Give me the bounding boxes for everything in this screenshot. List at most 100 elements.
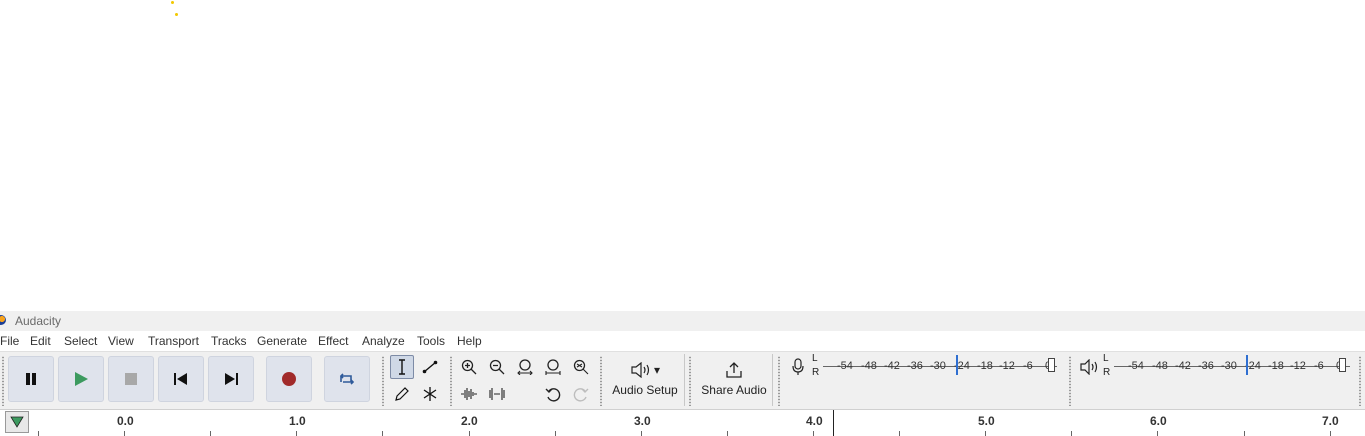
skip-to-end-button[interactable] xyxy=(208,356,254,402)
zoom-out-button[interactable] xyxy=(485,355,509,379)
meter-tick: -54 xyxy=(1128,360,1144,372)
trim-audio-button[interactable] xyxy=(457,382,481,406)
ruler-label: 1.0 xyxy=(289,414,306,428)
menu-edit[interactable]: Edit xyxy=(30,334,51,348)
menu-effect[interactable]: Effect xyxy=(318,334,348,348)
meter-tick: -18 xyxy=(977,360,993,372)
zoom-fit-icon xyxy=(545,359,561,375)
play-button[interactable] xyxy=(58,356,104,402)
loop-icon xyxy=(339,373,355,385)
toolbar-grip[interactable] xyxy=(1068,356,1072,406)
meter-tick: -6 xyxy=(1314,360,1324,372)
zoom-toggle-button[interactable] xyxy=(569,355,593,379)
skip-to-start-button[interactable] xyxy=(158,356,204,402)
silence-audio-button[interactable] xyxy=(485,382,509,406)
record-icon xyxy=(282,372,296,386)
ruler-tick xyxy=(1157,431,1158,436)
recording-meter-scale[interactable]: -54 -48 -42 -36 -30 -24 -18 -12 -6 0 xyxy=(823,360,1057,374)
play-head-icon xyxy=(10,416,24,428)
zoom-in-button[interactable] xyxy=(457,355,481,379)
menu-generate[interactable]: Generate xyxy=(257,334,307,348)
playback-channel-l: L xyxy=(1103,353,1109,364)
playback-meter-scale[interactable]: -54 -48 -42 -36 -30 -24 -18 -12 -6 0 xyxy=(1114,360,1350,374)
menu-view[interactable]: View xyxy=(108,334,134,348)
redo-button[interactable] xyxy=(569,382,593,406)
audio-setup-button[interactable]: ▾ Audio Setup xyxy=(607,353,683,405)
menu-transport[interactable]: Transport xyxy=(148,334,199,348)
undo-button[interactable] xyxy=(541,382,565,406)
microphone-icon xyxy=(792,358,804,375)
silence-icon xyxy=(489,388,505,400)
pause-button[interactable] xyxy=(8,356,54,402)
menu-tracks[interactable]: Tracks xyxy=(211,334,247,348)
menu-select[interactable]: Select xyxy=(64,334,97,348)
multi-tool-button[interactable] xyxy=(418,382,442,406)
ruler-tick xyxy=(1244,431,1245,436)
meter-tick: -42 xyxy=(1175,360,1191,372)
toolbar-grip[interactable] xyxy=(688,356,692,406)
draw-tool-button[interactable] xyxy=(390,382,414,406)
timeline-ruler[interactable]: 0.0 1.0 2.0 3.0 4.0 5.0 6.0 7.0 xyxy=(0,409,1365,436)
meter-tick: -36 xyxy=(1198,360,1214,372)
envelope-icon xyxy=(422,360,438,374)
ruler-tick xyxy=(38,431,39,436)
meter-tick: -48 xyxy=(861,360,877,372)
zoom-toggle-icon xyxy=(573,359,589,375)
record-button[interactable] xyxy=(266,356,312,402)
recording-meter-slider-thumb[interactable] xyxy=(1048,358,1055,372)
ruler-tick xyxy=(1071,431,1072,436)
ruler-tick xyxy=(813,431,814,436)
meter-tick: -30 xyxy=(1221,360,1237,372)
redo-icon xyxy=(573,388,589,402)
ruler-tick xyxy=(296,431,297,436)
toolbar-grip[interactable] xyxy=(777,356,781,406)
meter-tick: -12 xyxy=(999,360,1015,372)
meter-tick: -30 xyxy=(930,360,946,372)
playback-level-marker xyxy=(1246,355,1248,375)
chevron-down-icon: ▾ xyxy=(653,362,661,377)
selection-tool-button[interactable] xyxy=(390,355,414,379)
recording-meter-button[interactable] xyxy=(786,355,810,379)
share-audio-button[interactable]: Share Audio xyxy=(696,353,772,405)
ruler-tick xyxy=(555,431,556,436)
undo-icon xyxy=(545,388,561,402)
divider xyxy=(684,354,685,406)
meter-tick: -6 xyxy=(1023,360,1033,372)
fit-project-button[interactable] xyxy=(541,355,565,379)
menu-analyze[interactable]: Analyze xyxy=(362,334,405,348)
window-title: Audacity xyxy=(15,314,62,328)
toolbar: ▾ Audio Setup Share Audio L R -54 -48 -4… xyxy=(0,351,1365,410)
toolbar-grip[interactable] xyxy=(449,356,453,406)
stop-icon xyxy=(125,373,137,385)
menu-bar: File Edit Select View Transport Tracks G… xyxy=(0,331,1365,351)
ruler-tick xyxy=(727,431,728,436)
ruler-tick xyxy=(899,431,900,436)
ruler-label: 7.0 xyxy=(1322,414,1339,428)
ibeam-icon xyxy=(399,359,405,375)
skip-to-start-icon xyxy=(174,373,187,385)
toolbar-grip[interactable] xyxy=(1,356,5,406)
fit-selection-button[interactable] xyxy=(513,355,537,379)
menu-tools[interactable]: Tools xyxy=(417,334,445,348)
envelope-tool-button[interactable] xyxy=(418,355,442,379)
menu-help[interactable]: Help xyxy=(457,334,482,348)
toolbar-grip[interactable] xyxy=(1358,356,1362,406)
zoom-in-icon xyxy=(461,359,477,375)
toolbar-grip[interactable] xyxy=(381,356,385,406)
loop-button[interactable] xyxy=(324,356,370,402)
meter-tick: -18 xyxy=(1268,360,1284,372)
toolbar-grip[interactable] xyxy=(599,356,603,406)
playback-meter-slider-thumb[interactable] xyxy=(1339,358,1346,372)
ruler-label: 2.0 xyxy=(461,414,478,428)
playback-meter-button[interactable] xyxy=(1077,355,1101,379)
trim-icon xyxy=(461,388,477,400)
ruler-label: 0.0 xyxy=(117,414,134,428)
recording-channel-r: R xyxy=(812,367,820,378)
recording-channel-l: L xyxy=(812,353,818,364)
stop-button[interactable] xyxy=(108,356,154,402)
playback-channel-r: R xyxy=(1103,367,1111,378)
menu-file[interactable]: File xyxy=(0,334,19,348)
ruler-tick xyxy=(210,431,211,436)
play-head-button[interactable] xyxy=(5,411,29,433)
meter-tick: -48 xyxy=(1152,360,1168,372)
